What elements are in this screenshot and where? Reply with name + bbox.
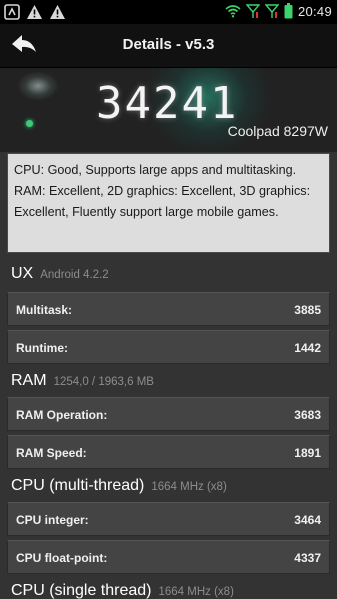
row-value: 3464 <box>294 513 321 527</box>
section-ux-header: UX Android 4.2.2 <box>11 265 109 289</box>
battery-icon <box>284 3 293 19</box>
section-subtitle: Android 4.2.2 <box>40 269 109 281</box>
total-score: 34241 <box>96 78 239 129</box>
section-title: RAM <box>11 372 47 389</box>
section-title: CPU (single thread) <box>11 582 152 599</box>
row-value: 3885 <box>294 303 321 317</box>
row-value: 1891 <box>294 446 321 460</box>
score-banner: 34241 Coolpad 8297W <box>0 68 337 152</box>
row-label: Multitask: <box>16 303 73 317</box>
section-ram-header: RAM 1254,0 / 1963,6 MB <box>11 372 154 396</box>
signal-icon <box>245 3 260 19</box>
status-bar: 20:49 <box>0 0 337 24</box>
row-label: CPU integer: <box>16 513 89 527</box>
action-bar: Details - v5.3 <box>0 24 337 68</box>
score-row-cpu-float-point: CPU float-point: 4337 <box>7 540 330 574</box>
warning-icon <box>26 4 43 20</box>
wifi-icon <box>225 4 241 18</box>
device-name: Coolpad 8297W <box>227 123 328 139</box>
summary-text: CPU: Good, Supports large apps and multi… <box>14 163 311 219</box>
row-value: 1442 <box>294 341 321 355</box>
section-subtitle: 1664 MHz (x8) <box>151 481 227 493</box>
decorative-glow <box>18 72 58 100</box>
row-label: RAM Operation: <box>16 408 108 422</box>
section-title: UX <box>11 265 34 282</box>
row-label: Runtime: <box>16 341 68 355</box>
signal-icon <box>264 3 279 19</box>
usb-debug-icon <box>4 4 20 20</box>
status-dot-icon <box>26 120 33 127</box>
row-label: RAM Speed: <box>16 446 87 460</box>
section-subtitle: 1254,0 / 1963,6 MB <box>53 376 154 388</box>
row-value: 4337 <box>294 551 321 565</box>
score-row-multitask: Multitask: 3885 <box>7 292 330 326</box>
clock: 20:49 <box>297 3 332 19</box>
row-value: 3683 <box>294 408 321 422</box>
section-subtitle: 1664 MHz (x8) <box>158 586 234 598</box>
score-row-cpu-integer: CPU integer: 3464 <box>7 502 330 536</box>
warning-icon <box>49 4 66 20</box>
score-row-ram-operation: RAM Operation: 3683 <box>7 397 330 431</box>
score-row-ram-speed: RAM Speed: 1891 <box>7 435 330 469</box>
row-label: CPU float-point: <box>16 551 108 565</box>
summary-box: CPU: Good, Supports large apps and multi… <box>7 153 330 253</box>
section-cpu-multi-header: CPU (multi-thread) 1664 MHz (x8) <box>11 477 227 501</box>
notification-icons <box>4 4 66 20</box>
section-title: CPU (multi-thread) <box>11 477 145 494</box>
score-row-runtime: Runtime: 1442 <box>7 330 330 364</box>
system-icons: 20:49 <box>225 3 332 19</box>
section-cpu-single-header: CPU (single thread) 1664 MHz (x8) <box>11 582 234 599</box>
page-title: Details - v5.3 <box>122 36 215 53</box>
